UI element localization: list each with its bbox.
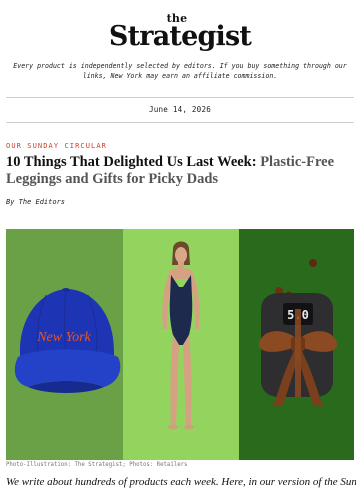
logo-wordmark: Strategist xyxy=(108,21,252,52)
page: the Strategist Every product is independ… xyxy=(0,13,360,493)
air-fryer-illustration: 5.0 xyxy=(258,259,338,407)
publish-date: June 14, 2026 xyxy=(148,105,212,114)
affiliate-disclaimer: Every product is independently selected … xyxy=(13,62,347,80)
hero-panel-cap: New York xyxy=(6,229,123,460)
divider-bottom xyxy=(6,122,354,123)
article-intro: We write about hundreds of products each… xyxy=(6,476,356,488)
hero-image: New York xyxy=(6,229,354,460)
article-headline: 10 Things That Delighted Us Last Week: P… xyxy=(6,154,352,188)
section-kicker[interactable]: Our Sunday Circular xyxy=(6,142,360,150)
byline: By The Editors xyxy=(6,198,66,206)
hero-panel-swimsuit xyxy=(123,229,239,460)
headline-main: 10 Things That Delighted Us Last Week: xyxy=(6,154,257,170)
image-caption: Photo-Illustration: The Strategist; Phot… xyxy=(6,462,188,468)
model-swimsuit-illustration xyxy=(162,241,200,430)
hero-panel-air-fryer: 5.0 xyxy=(239,229,354,460)
baseball-cap-illustration: New York xyxy=(14,288,121,393)
site-logo[interactable]: the Strategist xyxy=(0,13,360,50)
cap-embroidery-text: New York xyxy=(36,330,91,345)
